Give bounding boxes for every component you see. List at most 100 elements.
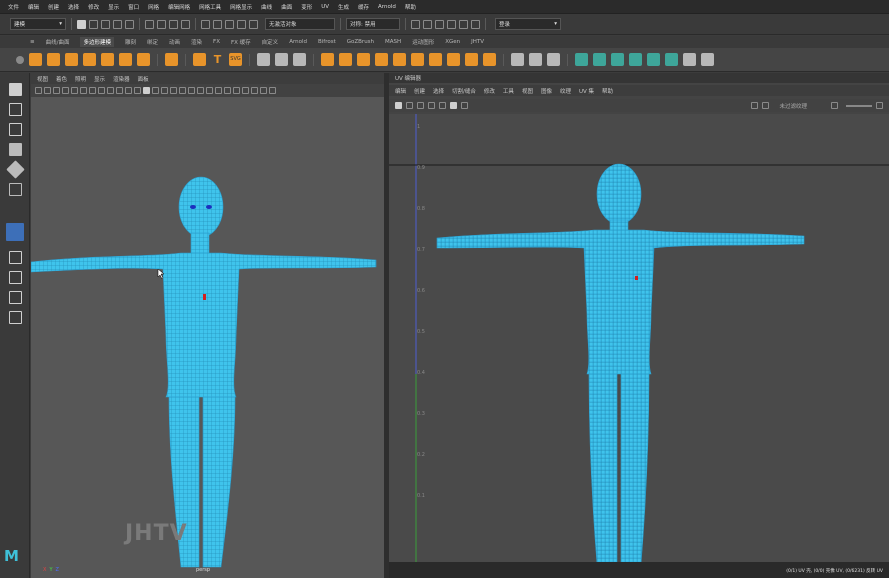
select-mask-icon[interactable] <box>181 19 190 29</box>
gamma-icon[interactable] <box>260 87 267 94</box>
uv-select-icon[interactable] <box>395 102 402 109</box>
uv-menu-item[interactable]: 创建 <box>414 87 425 95</box>
select-hierarchy-icon[interactable] <box>145 19 154 29</box>
sew-uv-icon[interactable] <box>629 53 642 66</box>
poly-cube-icon[interactable] <box>47 53 60 66</box>
select-component-icon[interactable] <box>169 19 178 29</box>
poly-torus-icon[interactable] <box>101 53 114 66</box>
menu-item[interactable]: 文件 <box>8 3 19 11</box>
menu-item[interactable]: 显示 <box>108 3 119 11</box>
menu-item[interactable]: 编辑 <box>28 3 39 11</box>
shelf-options-icon[interactable] <box>16 55 24 64</box>
shelf-tab[interactable]: 多边形建模 <box>80 37 114 47</box>
ambient-occlusion-icon[interactable] <box>188 87 195 94</box>
uv-menu-item[interactable]: 纹理 <box>560 87 571 95</box>
snap-point-icon[interactable] <box>225 19 234 29</box>
shadows-icon[interactable] <box>179 87 186 94</box>
shelf-tab[interactable]: 动画 <box>169 38 180 46</box>
cut-uv-icon[interactable] <box>611 53 624 66</box>
resolution-gate-icon[interactable] <box>89 87 96 94</box>
uv-vertex-icon[interactable] <box>417 102 424 109</box>
uv-menu-item[interactable]: 工具 <box>503 87 514 95</box>
poly-plane-icon[interactable] <box>119 53 132 66</box>
snap-surface-icon[interactable] <box>249 19 258 29</box>
undo-icon[interactable] <box>113 19 122 29</box>
single-view-icon[interactable] <box>9 251 22 264</box>
lasso-tool-icon[interactable] <box>9 103 22 116</box>
snap-view-icon[interactable] <box>237 19 246 29</box>
menu-item[interactable]: Arnold <box>378 4 396 10</box>
wireframe-on-shaded-icon[interactable] <box>152 87 159 94</box>
menu-item[interactable]: 网格工具 <box>199 3 221 11</box>
uv-menu-item[interactable]: 视图 <box>522 87 533 95</box>
safe-title-icon[interactable] <box>125 87 132 94</box>
shelf-tab[interactable]: 曲线/曲面 <box>46 38 70 46</box>
viewport-menu-item[interactable]: 着色 <box>56 75 67 83</box>
xray-icon[interactable] <box>233 87 240 94</box>
separate-icon[interactable] <box>339 53 352 66</box>
xray-joints-icon[interactable] <box>242 87 249 94</box>
shelf-tab[interactable]: 渲染 <box>191 38 202 46</box>
grid-toggle-icon[interactable] <box>71 87 78 94</box>
outliner-layout-icon[interactable] <box>9 311 22 324</box>
menu-item[interactable]: 帮助 <box>405 3 416 11</box>
menu-item[interactable]: 曲面 <box>281 3 292 11</box>
boolean-icon[interactable] <box>375 53 388 66</box>
light-editor-icon[interactable] <box>471 19 480 29</box>
gamma-icon[interactable] <box>876 102 883 109</box>
uv-grid-icon[interactable] <box>450 102 457 109</box>
shelf-tab[interactable]: MASH <box>385 39 401 45</box>
shelf-tab[interactable]: GoZBrush <box>347 39 374 45</box>
menu-item[interactable]: 网格 <box>148 3 159 11</box>
save-scene-icon[interactable] <box>101 19 110 29</box>
sweep-mesh-icon[interactable] <box>193 53 206 66</box>
snap-curve-icon[interactable] <box>213 19 222 29</box>
menu-item[interactable]: 选择 <box>68 3 79 11</box>
isolate-select-icon[interactable] <box>224 87 231 94</box>
uv-menu-item[interactable]: 选择 <box>433 87 444 95</box>
menu-item[interactable]: UV <box>321 4 329 10</box>
uv-edge-icon[interactable] <box>428 102 435 109</box>
menu-item[interactable]: 窗口 <box>128 3 139 11</box>
login-selector[interactable]: 登录 ▾ <box>495 18 561 30</box>
bridge-icon[interactable] <box>429 53 442 66</box>
viewport-menu-item[interactable]: 渲染器 <box>113 75 130 83</box>
open-scene-icon[interactable] <box>89 19 98 29</box>
poly-sphere-icon[interactable] <box>29 53 42 66</box>
exposure-icon[interactable] <box>251 87 258 94</box>
delete-history-icon[interactable] <box>701 53 714 66</box>
uv-menu-item[interactable]: UV 集 <box>579 87 594 95</box>
extrude-icon[interactable] <box>447 53 460 66</box>
grab-icon[interactable] <box>275 53 288 66</box>
auto-uv-icon[interactable] <box>593 53 606 66</box>
shelf-tab[interactable]: 运动图形 <box>412 38 434 46</box>
super-shape-icon[interactable] <box>165 53 178 66</box>
relax-icon[interactable] <box>293 53 306 66</box>
quad-draw-icon[interactable] <box>547 53 560 66</box>
render-view-icon[interactable] <box>459 19 468 29</box>
gate-mask-icon[interactable] <box>98 87 105 94</box>
menu-item[interactable]: 曲线 <box>261 3 272 11</box>
unfold-uv-icon[interactable] <box>647 53 660 66</box>
new-scene-icon[interactable] <box>77 19 86 29</box>
multi-cut-icon[interactable] <box>511 53 524 66</box>
viewport-menu-item[interactable]: 显示 <box>94 75 105 83</box>
character-mesh-perspective[interactable] <box>31 97 384 578</box>
move-tool-icon[interactable] <box>9 143 22 156</box>
smooth-shade-icon[interactable] <box>143 87 150 94</box>
smooth-icon[interactable] <box>357 53 370 66</box>
poly-cylinder-icon[interactable] <box>65 53 78 66</box>
exposure-icon[interactable] <box>831 102 838 109</box>
two-view-icon[interactable] <box>9 291 22 304</box>
planar-uv-icon[interactable] <box>575 53 588 66</box>
image-plane-icon[interactable] <box>62 87 69 94</box>
perspective-viewport[interactable]: JHTV X Y Z persp <box>31 97 384 578</box>
render-settings-icon[interactable] <box>435 19 444 29</box>
shelf-tab[interactable]: FX 缓存 <box>231 38 251 46</box>
quad-draw-tool-icon[interactable] <box>6 223 24 241</box>
camera-attributes-icon[interactable] <box>44 87 51 94</box>
redo-icon[interactable] <box>125 19 134 29</box>
object-field[interactable]: 无激活对象 <box>265 18 335 30</box>
viewport-menu-item[interactable]: 面板 <box>138 75 149 83</box>
film-gate-icon[interactable] <box>80 87 87 94</box>
